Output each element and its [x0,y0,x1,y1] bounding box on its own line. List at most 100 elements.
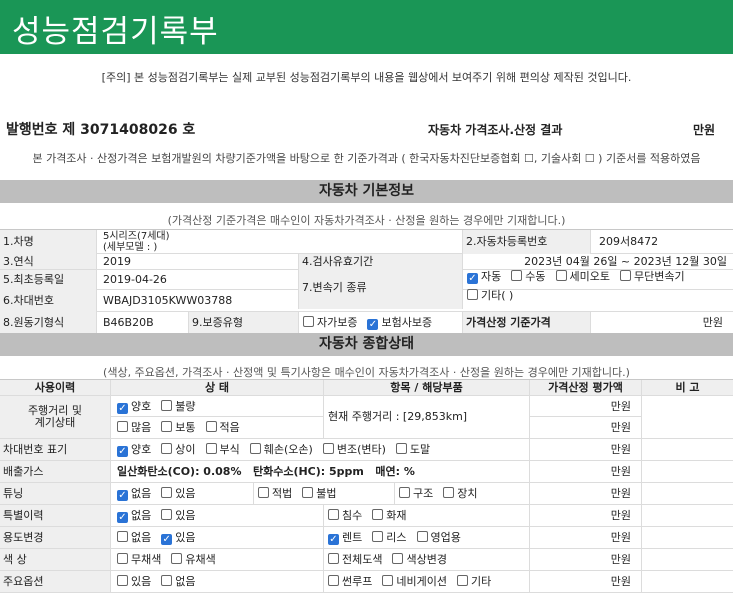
checkbox-icon[interactable] [161,509,173,520]
checkbox-icon[interactable] [205,421,217,432]
tuning-device-option[interactable]: 장치 [443,483,478,504]
mileage-state-a: ✓ 양호 불량 [110,396,323,417]
price-unit: 만원 [529,483,641,504]
checkbox-checked-icon[interactable]: ✓ [161,534,173,545]
checkbox-icon[interactable] [258,487,269,498]
vin-painted-option[interactable]: 도말 [395,439,430,460]
vin-mark-options: ✓ 양호 상이 부식 훼손(오손) 변조(변타) 도말 [110,439,529,460]
base-price-label: 가격산정 기준가격 [462,312,590,334]
mileage-low-option[interactable]: 적음 [205,417,240,438]
checkbox-icon[interactable] [161,443,173,454]
table-header-row: 사용이력 상 태 항목 / 해당부품 가격산정 평가액 비 고 [0,380,733,396]
checkbox-icon[interactable] [443,487,455,498]
price-unit: 만원 [529,505,641,526]
mileage-high-option[interactable]: 많음 [117,417,151,438]
checkbox-icon[interactable] [117,575,128,586]
checkbox-icon[interactable] [467,289,478,300]
option-etc-option[interactable]: 기타 [456,571,491,592]
checkbox-icon[interactable] [117,421,128,432]
option-sunroof-option[interactable]: 썬루프 [328,571,372,592]
checkbox-icon[interactable] [372,509,384,520]
emission-smoke: 매연: % [375,465,415,478]
checkbox-icon[interactable] [456,575,468,586]
vin-diff-option[interactable]: 상이 [161,439,196,460]
warranty-self-option[interactable]: 자가보증 [303,312,357,334]
checkbox-checked-icon[interactable]: ✓ [467,273,478,284]
checkbox-checked-icon[interactable]: ✓ [117,490,128,501]
color-change-option[interactable]: 색상변경 [392,549,447,570]
use-business-option[interactable]: 영업용 [416,527,461,548]
checkbox-checked-icon[interactable]: ✓ [117,512,128,523]
mileage-state-b: 많음 보통 적음 [110,417,323,438]
warranty-insurer-option[interactable]: ✓ 보험사보증 [367,312,432,334]
remark-cell [641,549,733,570]
trans-semi-option[interactable]: 세미오토 [555,267,610,286]
checkbox-icon[interactable] [328,553,339,564]
color-achromatic-option[interactable]: 무채색 [117,549,161,570]
trans-etc-option[interactable]: 기타( ) [467,286,513,305]
checkbox-checked-icon[interactable]: ✓ [117,403,128,414]
price-unit: 만원 [529,396,641,417]
price-basis-text: 본 가격조사 · 산정가격은 보험개발원의 차량기준가액을 바탕으로 한 기준가… [32,152,701,165]
checkbox-icon[interactable] [161,400,173,411]
vin-good-option[interactable]: ✓ 양호 [117,439,151,460]
checkbox-checked-icon[interactable]: ✓ [367,319,379,330]
trans-cvt-option[interactable]: 무단변속기 [619,267,685,286]
checkbox-icon[interactable] [416,531,428,542]
color-fullpaint-option[interactable]: 전체도색 [328,549,382,570]
year-value: 2019 [96,254,298,269]
checkbox-icon[interactable] [303,316,314,327]
use-yes-option[interactable]: ✓ 있음 [161,527,196,548]
checkbox-icon[interactable] [399,487,410,498]
tuning-legal-option[interactable]: 적법 [258,483,292,504]
special-flood-option[interactable]: 침수 [328,505,362,526]
tuning-none-option[interactable]: ✓ 없음 [117,483,151,504]
checkbox-icon[interactable] [171,553,183,564]
checkbox-icon[interactable] [161,575,173,586]
special-fire-option[interactable]: 화재 [372,505,407,526]
vin-altered-option[interactable]: 변조(변타) [322,439,386,460]
checkbox-icon[interactable] [395,443,407,454]
checkbox-icon[interactable] [392,553,404,564]
special-none-option[interactable]: ✓ 없음 [117,505,151,526]
use-none-option[interactable]: 없음 [117,527,151,548]
checkbox-icon[interactable] [302,487,314,498]
checkbox-checked-icon[interactable]: ✓ [117,446,128,457]
checkbox-icon[interactable] [322,443,334,454]
checkbox-icon[interactable] [619,270,631,281]
checkbox-icon[interactable] [161,487,173,498]
checkbox-icon[interactable] [161,421,173,432]
checkbox-icon[interactable] [382,575,394,586]
tuning-yes-option[interactable]: 있음 [161,483,196,504]
trans-manual-option[interactable]: 수동 [511,267,546,286]
tuning-structure-option[interactable]: 구조 [399,483,433,504]
remark-cell [641,439,733,460]
checkbox-icon[interactable] [249,443,261,454]
vin-damage-option[interactable]: 훼손(오손) [249,439,313,460]
option-yes-option[interactable]: 있음 [117,571,151,592]
reg-no-value: 209서8472 [590,230,733,254]
checkbox-icon[interactable] [205,443,217,454]
mileage-normal-option[interactable]: 보통 [161,417,196,438]
use-lease-option[interactable]: 리스 [372,527,407,548]
use-rent-option[interactable]: ✓ 렌트 [328,527,362,548]
mileage-label: 주행거리 및 계기상태 [0,396,110,438]
trans-auto-option[interactable]: ✓ 자동 [467,267,501,286]
base-price-unit: 만원 [590,312,733,334]
checkbox-icon[interactable] [117,531,128,542]
checkbox-icon[interactable] [328,575,339,586]
checkbox-checked-icon[interactable]: ✓ [328,534,339,545]
vin-rust-option[interactable]: 부식 [205,439,240,460]
checkbox-icon[interactable] [328,509,339,520]
option-none-option[interactable]: 없음 [161,571,196,592]
mileage-good-option[interactable]: ✓ 양호 [117,396,151,416]
color-chromatic-option[interactable]: 유채색 [171,549,216,570]
checkbox-icon[interactable] [372,531,384,542]
tuning-illegal-option[interactable]: 불법 [302,483,337,504]
checkbox-icon[interactable] [555,270,567,281]
checkbox-icon[interactable] [511,270,523,281]
special-yes-option[interactable]: 있음 [161,505,196,526]
checkbox-icon[interactable] [117,553,128,564]
mileage-bad-option[interactable]: 불량 [161,396,196,416]
option-navi-option[interactable]: 네비게이션 [382,571,447,592]
